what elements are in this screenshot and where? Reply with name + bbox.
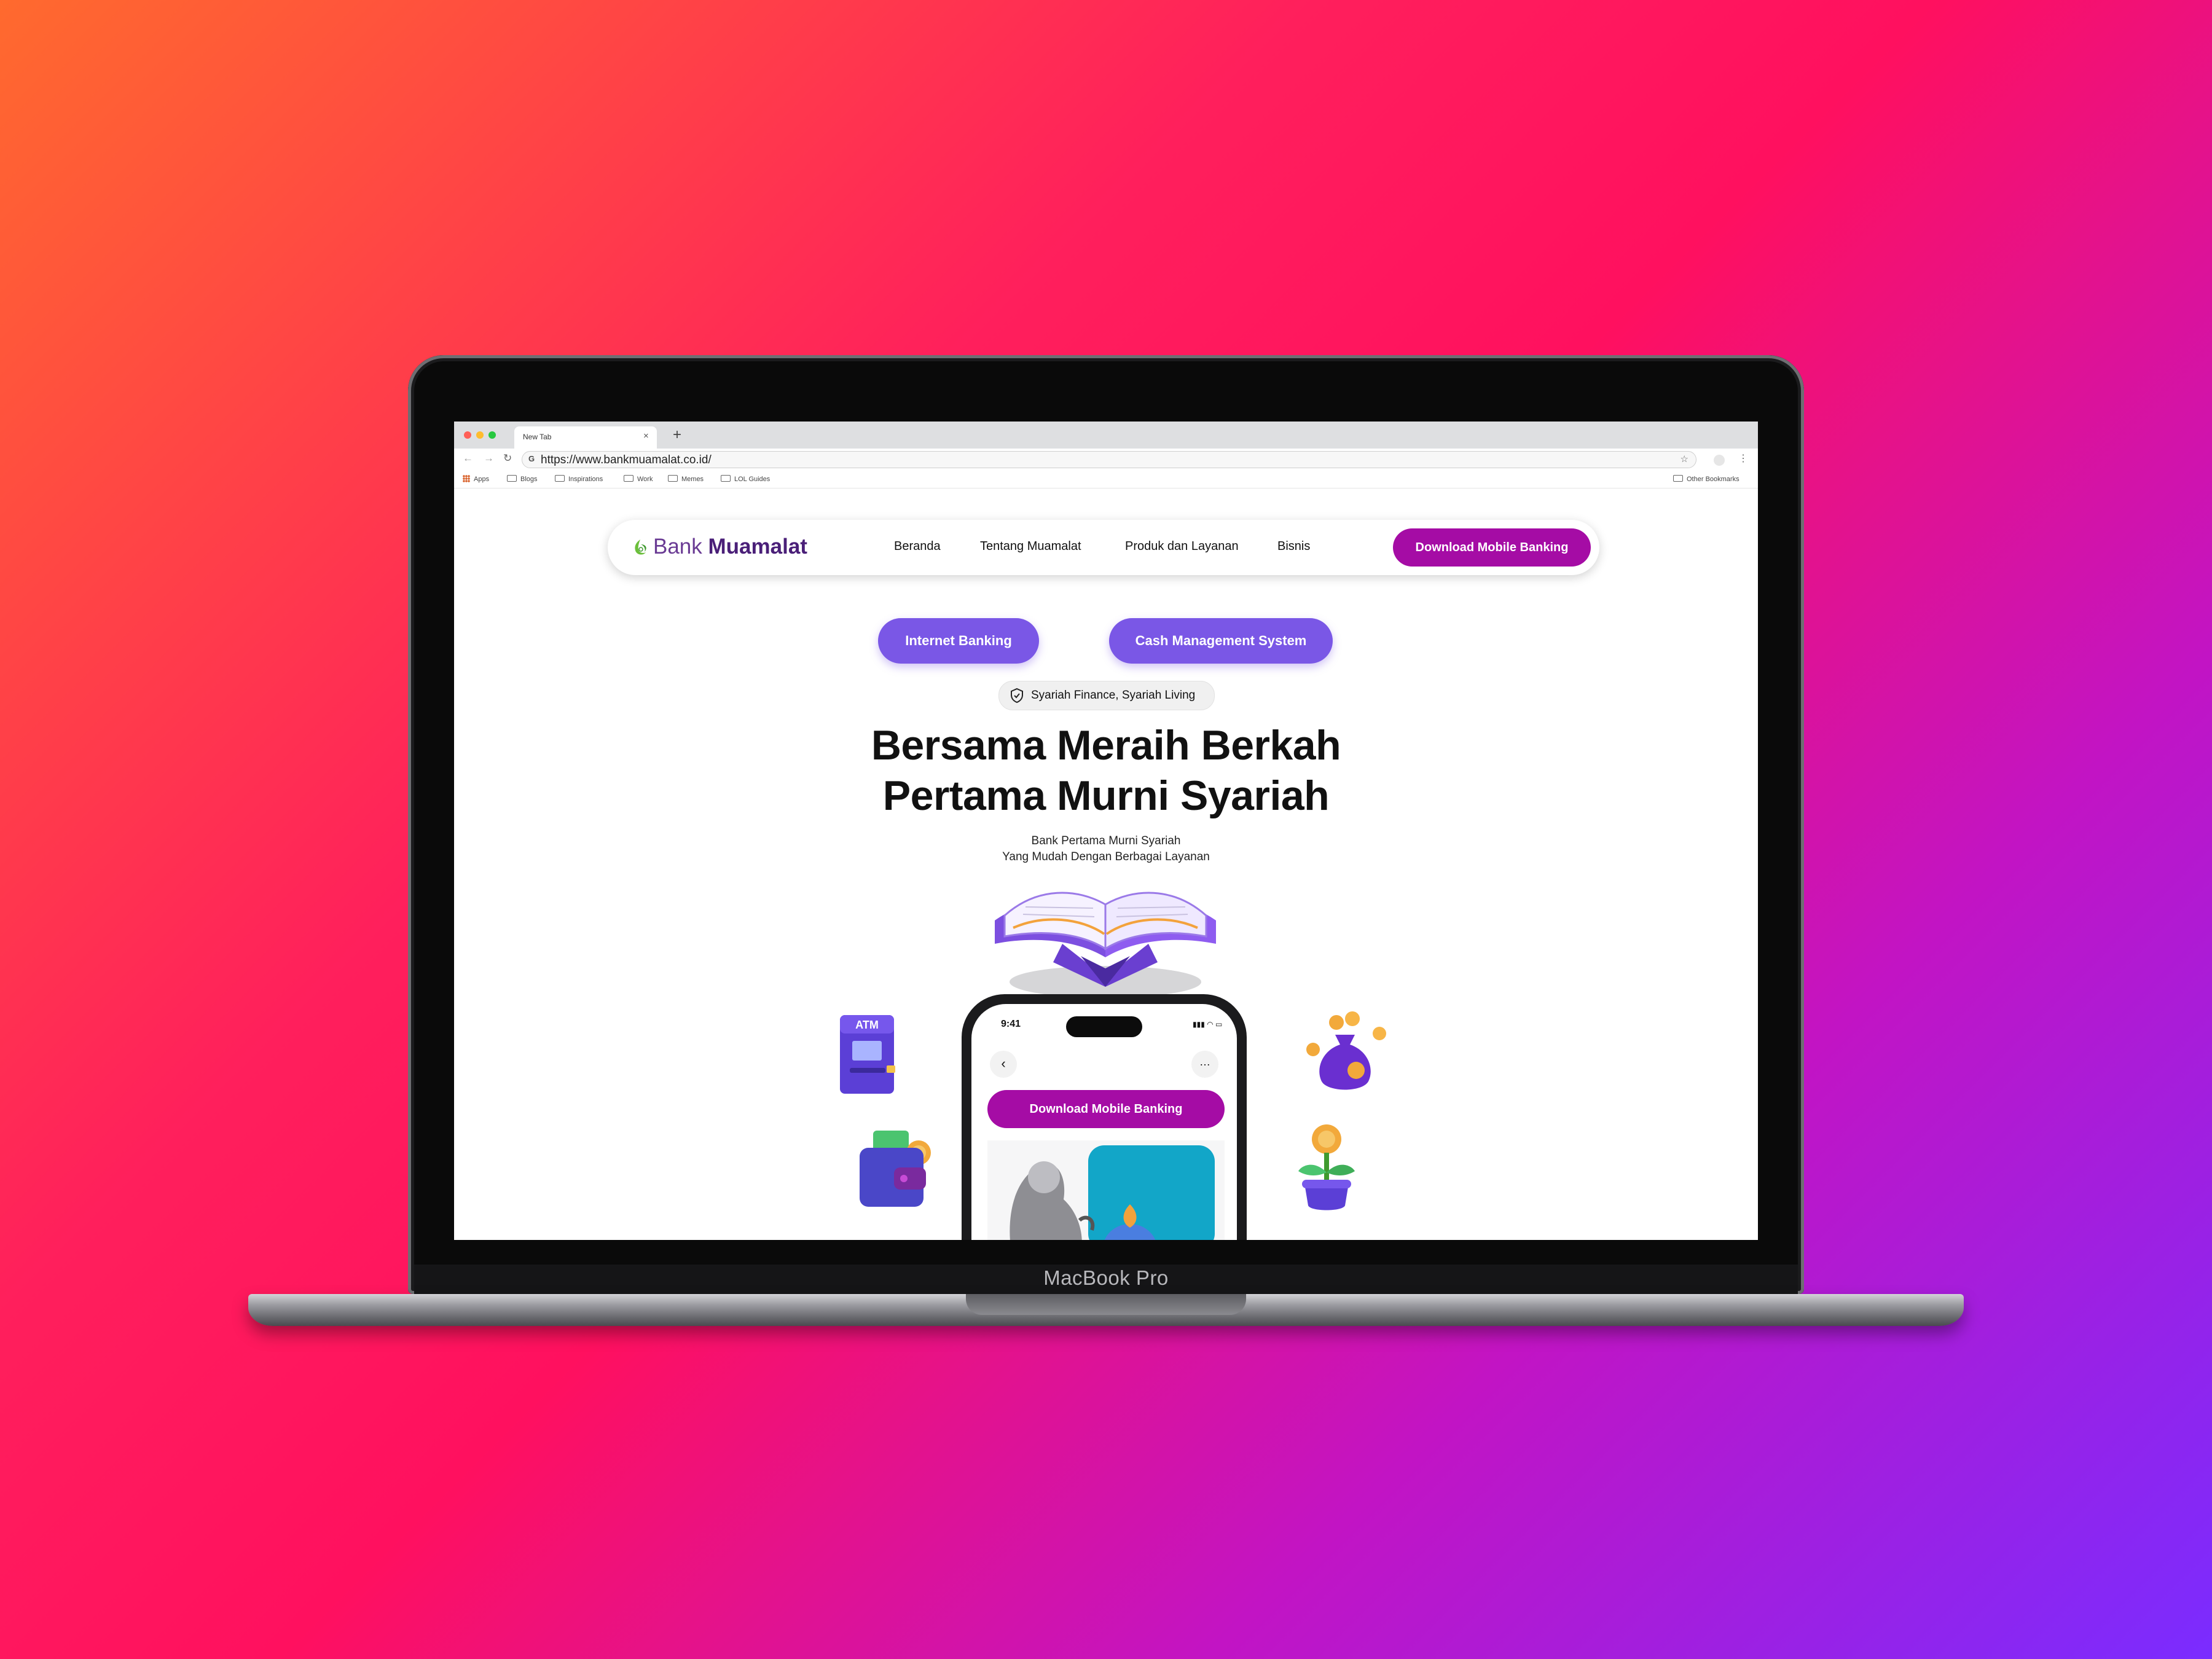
google-icon: G xyxy=(528,454,535,463)
phone-time: 9:41 xyxy=(1001,1019,1021,1029)
brand-logo[interactable]: Bank Muamalat xyxy=(653,535,807,559)
address-bar[interactable]: G https://www.bankmuamalat.co.id/ ☆ xyxy=(522,451,1696,468)
browser-tab[interactable]: New Tab × xyxy=(514,426,657,449)
site-navbar: Bank Muamalat Beranda Tentang Muamalat P… xyxy=(608,520,1599,575)
status-icons: ▮▮▮ ◠ ▭ xyxy=(1193,1020,1223,1029)
bookmark-folder[interactable]: Memes xyxy=(668,475,704,483)
cash-management-system-button[interactable]: Cash Management System xyxy=(1109,618,1333,664)
tagline-badge: Syariah Finance, Syariah Living xyxy=(998,681,1215,710)
tab-close-icon[interactable]: × xyxy=(643,431,649,441)
bookmark-folder[interactable]: LOL Guides xyxy=(721,475,770,483)
tab-title: New Tab xyxy=(523,433,552,441)
internet-banking-button[interactable]: Internet Banking xyxy=(878,618,1039,664)
bookmark-star-icon[interactable]: ☆ xyxy=(1681,453,1688,465)
laptop-screen: New Tab × + ← → ↻ G https://www.bankmuam… xyxy=(454,422,1758,1240)
close-window-icon[interactable] xyxy=(464,431,471,439)
atm-icon: ATM xyxy=(840,1015,895,1094)
url-text: https://www.bankmuamalat.co.id/ xyxy=(541,453,712,466)
phone-screen: 9:41 ▮▮▮ ◠ ▭ ‹ … Download Mobile Banking xyxy=(971,1004,1237,1240)
hero-subtitle-line-2: Yang Mudah Dengan Berbagai Layanan xyxy=(1002,850,1210,863)
other-bookmarks[interactable]: Other Bookmarks xyxy=(1673,475,1739,483)
folder-icon xyxy=(624,475,633,482)
bookmark-folder[interactable]: Blogs xyxy=(507,475,538,483)
money-bag-icon xyxy=(1306,1011,1386,1090)
minimize-window-icon[interactable] xyxy=(476,431,484,439)
browser-toolbar: ← → ↻ G https://www.bankmuamalat.co.id/ … xyxy=(454,449,1758,471)
nav-beranda[interactable]: Beranda xyxy=(894,539,941,554)
hero-headline-line-2: Pertama Murni Syariah xyxy=(882,772,1330,819)
reload-icon[interactable]: ↻ xyxy=(503,452,512,465)
quran-stand-icon xyxy=(995,892,1216,998)
folder-icon xyxy=(555,475,565,482)
folder-icon xyxy=(721,475,731,482)
laptop-notch xyxy=(966,1294,1246,1315)
bookmarks-bar: Apps Blogs Inspirations Work Memes LOL G… xyxy=(454,471,1758,488)
praying-woman-illustration xyxy=(987,1140,1225,1240)
browser-menu-icon[interactable]: ⋮ xyxy=(1738,452,1748,465)
tagline-text: Syariah Finance, Syariah Living xyxy=(1031,689,1196,702)
money-plant-icon xyxy=(1298,1124,1355,1210)
shield-check-icon xyxy=(1011,688,1023,704)
apps-grid-icon xyxy=(463,475,470,482)
hero-subtitle-line-1: Bank Pertama Murni Syariah xyxy=(1031,834,1181,847)
back-arrow-icon[interactable]: ← xyxy=(463,452,473,465)
dynamic-island xyxy=(1066,1016,1142,1037)
profile-avatar[interactable] xyxy=(1714,455,1725,466)
browser-tabstrip: New Tab × + xyxy=(454,422,1758,449)
phone-download-mobile-banking-button[interactable]: Download Mobile Banking xyxy=(987,1090,1225,1128)
folder-icon xyxy=(507,475,517,482)
bank-muamalat-logo-icon[interactable] xyxy=(631,537,649,558)
nav-bisnis[interactable]: Bisnis xyxy=(1277,539,1310,554)
svg-text:ATM: ATM xyxy=(855,1019,879,1031)
more-options-icon[interactable]: … xyxy=(1191,1051,1218,1078)
phone-mockup: 9:41 ▮▮▮ ◠ ▭ ‹ … Download Mobile Banking xyxy=(962,994,1247,1240)
bookmark-folder[interactable]: Inspirations xyxy=(555,475,603,483)
chevron-left-icon[interactable]: ‹ xyxy=(990,1051,1017,1078)
nav-tentang-muamalat[interactable]: Tentang Muamalat xyxy=(980,539,1081,554)
folder-icon xyxy=(668,475,678,482)
wallet-icon xyxy=(860,1131,931,1207)
maximize-window-icon[interactable] xyxy=(488,431,496,439)
bookmark-folder[interactable]: Work xyxy=(624,475,653,483)
forward-arrow-icon[interactable]: → xyxy=(484,452,494,465)
new-tab-button[interactable]: + xyxy=(673,427,681,443)
hero-headline-line-1: Bersama Meraih Berkah xyxy=(871,722,1341,769)
folder-icon xyxy=(1673,475,1683,482)
download-mobile-banking-button[interactable]: Download Mobile Banking xyxy=(1393,528,1591,567)
nav-produk-dan-layanan[interactable]: Produk dan Layanan xyxy=(1125,539,1239,554)
bookmark-apps[interactable]: Apps xyxy=(463,475,489,483)
device-label: MacBook Pro xyxy=(1043,1266,1169,1289)
